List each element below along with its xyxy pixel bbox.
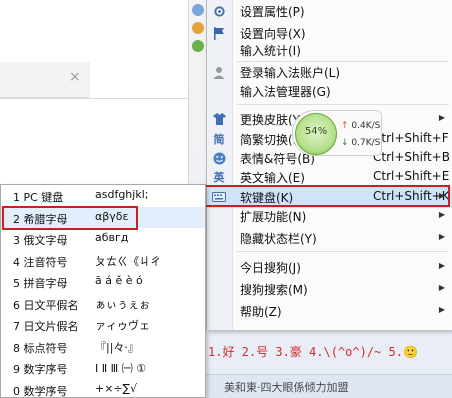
menu-item-today-sogou[interactable]: 今日搜狗(J) ▶ [207,256,452,278]
soft-keyboard-item-numbers[interactable]: 9 数字序号 Ⅰ Ⅱ Ⅲ ㈠ ① [1,357,205,379]
soft-keyboard-item-preview: Ⅰ Ⅱ Ⅲ ㈠ ① [95,362,147,375]
highlight-frame-greek [2,206,138,230]
wrench-icon [212,4,226,18]
submenu-arrow-icon: ▶ [438,305,445,314]
soft-keyboard-item-name: 1 PC 键盘 [13,191,64,204]
menu-item-label: 隐藏状态栏(Y) [240,232,317,246]
download-arrow-icon: ↓ [341,138,349,148]
soft-keyboard-item-preview: +×÷∑√ [95,381,138,395]
network-speed-widget: 54% ↑ 0.4K/S ↓ 0.7K/S [292,110,382,156]
toolbar-icon[interactable] [192,40,204,52]
menu-item-label: 设置属性(P) [240,5,305,19]
upload-speed-value: 0.4K/S [351,121,381,131]
soft-keyboard-item-name: 9 数字序号 [13,363,68,376]
menu-item-label: 英文输入(E) [240,171,305,185]
highlight-frame-soft-keyboard [203,185,450,207]
soft-keyboard-item-hiragana[interactable]: 6 日文平假名 ぁぃぅぇぉ [1,293,205,315]
upload-arrow-icon: ↑ [341,121,349,131]
soft-keyboard-item-pinyin[interactable]: 5 拼音字母 ā á ě è ó [1,271,205,293]
english-icon: 英 [213,171,225,184]
status-footer-text: 美和東·四大眼係倾力加盟 [206,374,452,398]
smiley-icon [212,151,226,165]
menu-item-label: 输入统计(I) [240,44,301,58]
soft-keyboard-item-zhuyin[interactable]: 4 注音符号 ㄆㄊㄍ《ㄐㄔ [1,250,205,272]
soft-keyboard-item-katakana[interactable]: 7 日文片假名 ァィゥヴェ [1,314,205,336]
menu-item-label: 搜狗搜索(M) [240,283,308,297]
soft-keyboard-item-preview: asdfghjkl; [95,188,149,201]
soft-keyboard-item-russian[interactable]: 3 俄文字母 абвгд [1,228,205,250]
menu-item-extensions[interactable]: 扩展功能(N) ▶ [207,205,452,227]
menu-separator [237,104,449,105]
upload-speed: ↑ 0.4K/S [341,121,380,131]
tab-close-icon[interactable]: × [69,69,81,85]
user-icon [212,65,226,79]
soft-keyboard-item-punctuation[interactable]: 8 标点符号 『||々·』 [1,336,205,358]
flag-icon [212,26,226,40]
submenu-arrow-icon: ▶ [438,261,445,270]
menu-item-ime-manager[interactable]: 输入法管理器(G) [207,80,452,102]
menu-item-input-stats[interactable]: 输入统计(I) [207,39,452,61]
simplified-icon: 简 [213,133,225,146]
ime-context-menu: 设置属性(P) 设置向导(X) 输入统计(I) 登录输入法账户(L) 输入法管理… [206,0,452,330]
menu-item-shortcut: Ctrl+Shift+F [373,131,449,145]
soft-keyboard-item-name: 5 拼音字母 [13,277,68,290]
menu-item-help[interactable]: 帮助(Z) ▶ [207,300,452,322]
menu-item-settings[interactable]: 设置属性(P) [207,0,452,22]
soft-keyboard-item-name: 0 数学序号 [13,384,68,398]
menu-item-hide-statusbar[interactable]: 隐藏状态栏(Y) ▶ [207,227,452,249]
soft-keyboard-item-name: 6 日文平假名 [13,298,79,312]
menu-item-label: 扩展功能(N) [240,210,307,224]
shirt-icon [212,112,226,126]
menu-item-label: 输入法管理器(G) [240,85,331,99]
tab-divider [0,98,188,99]
submenu-arrow-icon: ▶ [438,232,445,241]
menu-item-sogou-search[interactable]: 搜狗搜索(M) ▶ [207,278,452,300]
soft-keyboard-item-name: 8 标点符号 [13,341,68,355]
soft-keyboard-item-math[interactable]: 0 数学序号 +×÷∑√ [1,379,205,398]
menu-item-label: 今日搜狗(J) [240,261,301,275]
menu-item-label: 帮助(Z) [240,305,282,319]
soft-keyboard-item-name: 4 注音符号 [13,255,68,269]
menu-item-label: 登录输入法账户(L) [240,66,341,80]
menu-separator [237,251,449,252]
menu-item-shortcut: Ctrl+Shift+E [373,169,450,183]
toolbar-icon[interactable] [192,22,204,34]
soft-keyboard-item-preview: 『||々·』 [95,340,139,354]
submenu-arrow-icon: ▶ [438,113,445,122]
soft-keyboard-item-name: 3 俄文字母 [13,234,68,247]
download-speed: ↓ 0.7K/S [341,138,380,148]
submenu-arrow-icon: ▶ [438,283,445,292]
soft-keyboard-item-preview: ā á ě è ó [95,274,143,287]
toolbar-icon[interactable] [192,4,204,16]
candidate-list[interactable]: 1.好 2.号 3.豪 4.\(^o^)/~ 5.🙂 [206,343,452,361]
soft-keyboard-item-preview: ァィゥヴェ [95,319,150,332]
soft-keyboard-item-preview: абвгд [95,231,129,244]
soft-keyboard-item-preview: ㄆㄊㄍ《ㄐㄔ [95,254,161,268]
speed-percent: 54% [304,126,328,137]
soft-keyboard-item-name: 7 日文片假名 [13,320,79,333]
submenu-arrow-icon: ▶ [438,210,445,219]
download-speed-value: 0.7K/S [351,138,381,148]
menu-item-shortcut: Ctrl+Shift+B [373,150,450,164]
soft-keyboard-item-pc[interactable]: 1 PC 键盘 asdfghjkl; [1,185,205,207]
soft-keyboard-item-preview: ぁぃぅぇぉ [95,297,150,311]
